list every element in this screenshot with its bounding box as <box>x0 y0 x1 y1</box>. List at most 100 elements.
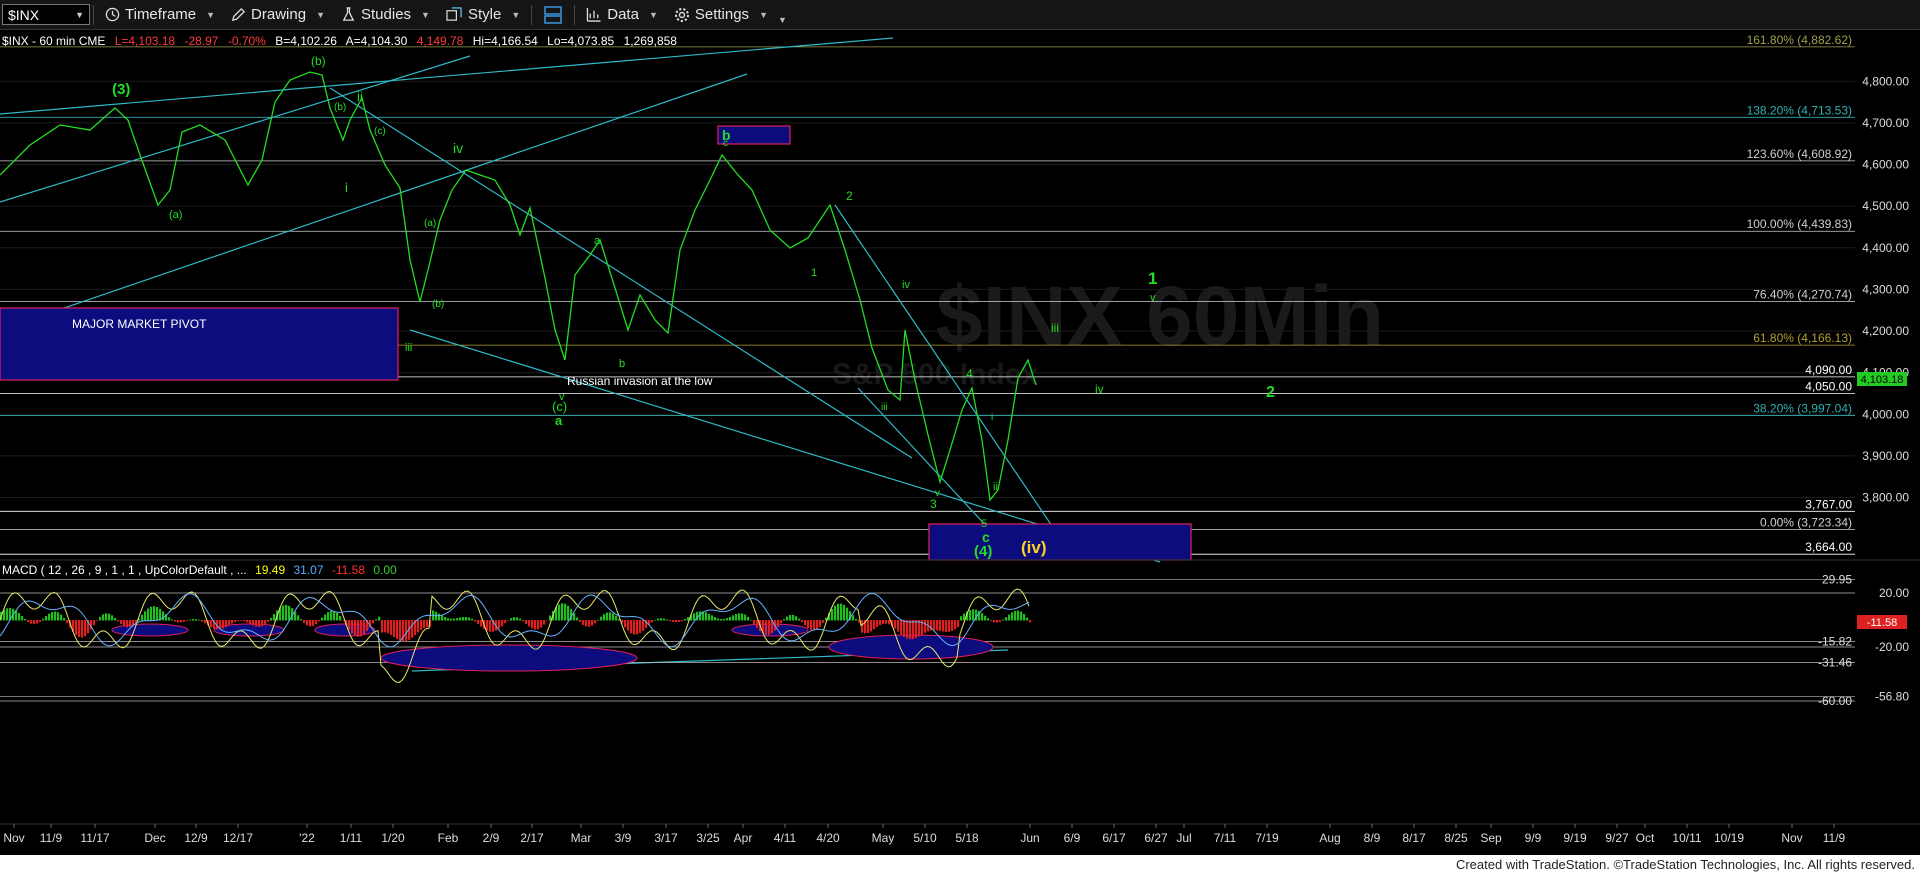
wave-label: v <box>1150 292 1156 304</box>
copyright-text: Created with TradeStation. ©TradeStation… <box>1455 857 1915 872</box>
watermark-name: S&P 500 Index <box>832 358 1039 391</box>
layout-button[interactable] <box>535 1 571 29</box>
macd-histogram-bar <box>435 611 438 621</box>
overflow-menu-icon[interactable]: ▼ <box>778 15 787 25</box>
studies-button[interactable]: Studies ▼ <box>333 1 438 29</box>
macd-histogram-bar <box>258 620 261 627</box>
macd-tick-label: -60.00 <box>1818 694 1852 708</box>
data-button[interactable]: Data ▼ <box>578 1 666 29</box>
macd-histogram-bar <box>426 620 429 628</box>
wave-label: ii <box>357 89 363 104</box>
macd-histogram-bar <box>309 620 312 627</box>
chart-background <box>0 30 1920 855</box>
style-button[interactable]: Style ▼ <box>438 1 528 29</box>
time-tick-label: 9/19 <box>1563 831 1587 845</box>
macd-tick-label: -31.46 <box>1818 655 1852 669</box>
macd-histogram-bar <box>948 620 951 632</box>
macd-histogram-bar <box>660 618 663 621</box>
wave-label: a <box>555 413 563 428</box>
time-tick-label: 9/27 <box>1605 831 1629 845</box>
high-price: Hi=4,166.54 <box>473 34 538 48</box>
flask-icon <box>342 7 355 21</box>
macd-histogram-bar <box>543 620 546 625</box>
time-tick-label: 5/18 <box>955 831 979 845</box>
time-tick-label: 4/20 <box>816 831 840 845</box>
macd-histogram-bar <box>717 618 720 621</box>
macd-histogram-bar <box>1017 610 1020 621</box>
timeframe-label: Timeframe <box>125 6 197 23</box>
macd-histogram-bar <box>735 614 738 621</box>
time-tick-label: Sep <box>1480 831 1502 845</box>
time-tick-label: 8/25 <box>1444 831 1468 845</box>
macd-histogram-bar <box>60 614 63 621</box>
chart-canvas[interactable]: $INX 60Min S&P 500 Index $INX - 60 min C… <box>0 30 1920 855</box>
time-tick-label: 11/17 <box>80 831 109 845</box>
wave-label: i <box>345 180 348 195</box>
macd-histogram-bar <box>351 620 354 634</box>
macd-histogram-bar <box>528 620 531 627</box>
macd-histogram-bar <box>237 620 240 621</box>
macd-histogram-bar <box>396 620 399 640</box>
target-box[interactable] <box>928 523 1192 561</box>
macd-histogram-bar <box>510 618 513 621</box>
macd-histogram-bar <box>606 612 609 621</box>
macd-histogram-bar <box>876 620 879 628</box>
wave-label: (a) <box>424 218 436 229</box>
macd-histogram-bar <box>993 620 996 623</box>
macd-histogram-bar <box>411 620 414 638</box>
macd-histogram-bar <box>129 620 132 628</box>
symbol-selector[interactable]: $INX ▼ <box>2 4 90 25</box>
macd-histogram-bar <box>741 613 744 621</box>
macd-histogram-bar <box>162 611 165 621</box>
macd-histogram-bar <box>267 620 270 622</box>
time-tick-label: 5/10 <box>913 831 937 845</box>
time-tick-label: 8/9 <box>1364 831 1381 845</box>
wave-b-box[interactable]: b <box>717 125 791 145</box>
macd-histogram-bar <box>597 619 600 621</box>
time-tick-label: Mar <box>571 831 592 845</box>
macd-histogram-bar <box>66 620 69 623</box>
macd-histogram-bar <box>201 620 204 622</box>
time-tick-label: 2/17 <box>520 831 544 845</box>
settings-button[interactable]: Settings ▼ <box>666 1 776 29</box>
drawing-button[interactable]: Drawing ▼ <box>223 1 333 29</box>
clock-icon <box>105 7 120 22</box>
macd-histogram-bar <box>372 620 375 624</box>
macd-histogram-bar <box>603 614 606 621</box>
pivot-box[interactable]: MAJOR MARKET PIVOT <box>0 307 399 381</box>
chart-toolbar: $INX ▼ Timeframe ▼ Drawing ▼ Studies ▼ Styl… <box>0 0 1920 30</box>
macd-histogram-bar <box>600 616 603 621</box>
macd-histogram-bar <box>252 620 255 626</box>
macd-histogram-bar <box>960 616 963 621</box>
target-box-rect[interactable] <box>928 523 1192 561</box>
macd-histogram-bar <box>897 620 900 632</box>
macd-histogram-bar <box>729 616 732 621</box>
timeframe-button[interactable]: Timeframe ▼ <box>97 1 223 29</box>
macd-histogram-bar <box>75 620 78 636</box>
macd-histogram-bar <box>756 620 759 628</box>
watermark-symbol: $INX 60Min <box>936 269 1384 363</box>
macd-histogram-bar <box>573 613 576 621</box>
macd-histogram-bar <box>753 620 756 625</box>
settings-label: Settings <box>694 6 750 23</box>
time-tick-label: 7/19 <box>1255 831 1279 845</box>
fib-level-label: 123.60% (4,608.92) <box>1747 147 1852 161</box>
macd-histogram-bar <box>249 620 252 624</box>
macd-histogram-bar <box>126 620 129 628</box>
macd-histogram-bar <box>750 619 753 621</box>
macd-histogram-bar <box>777 620 780 627</box>
macd-histogram-bar <box>714 617 717 621</box>
macd-histogram-bar <box>261 620 264 627</box>
macd-histogram-bar <box>168 617 171 621</box>
macd-histogram-bar <box>246 620 249 623</box>
macd-histogram-bar <box>33 620 36 625</box>
time-tick-label: Jul <box>1176 831 1191 845</box>
chevron-down-icon: ▼ <box>75 9 84 20</box>
macd-histogram-bar <box>288 605 291 621</box>
price-tick-label: 3,800.00 <box>1862 491 1909 505</box>
macd-histogram-bar <box>534 620 537 630</box>
macd-histogram-bar <box>105 613 108 621</box>
macd-histogram-bar <box>1011 612 1014 621</box>
wave-label: iii <box>1051 321 1059 335</box>
macd-histogram-bar <box>636 620 639 635</box>
